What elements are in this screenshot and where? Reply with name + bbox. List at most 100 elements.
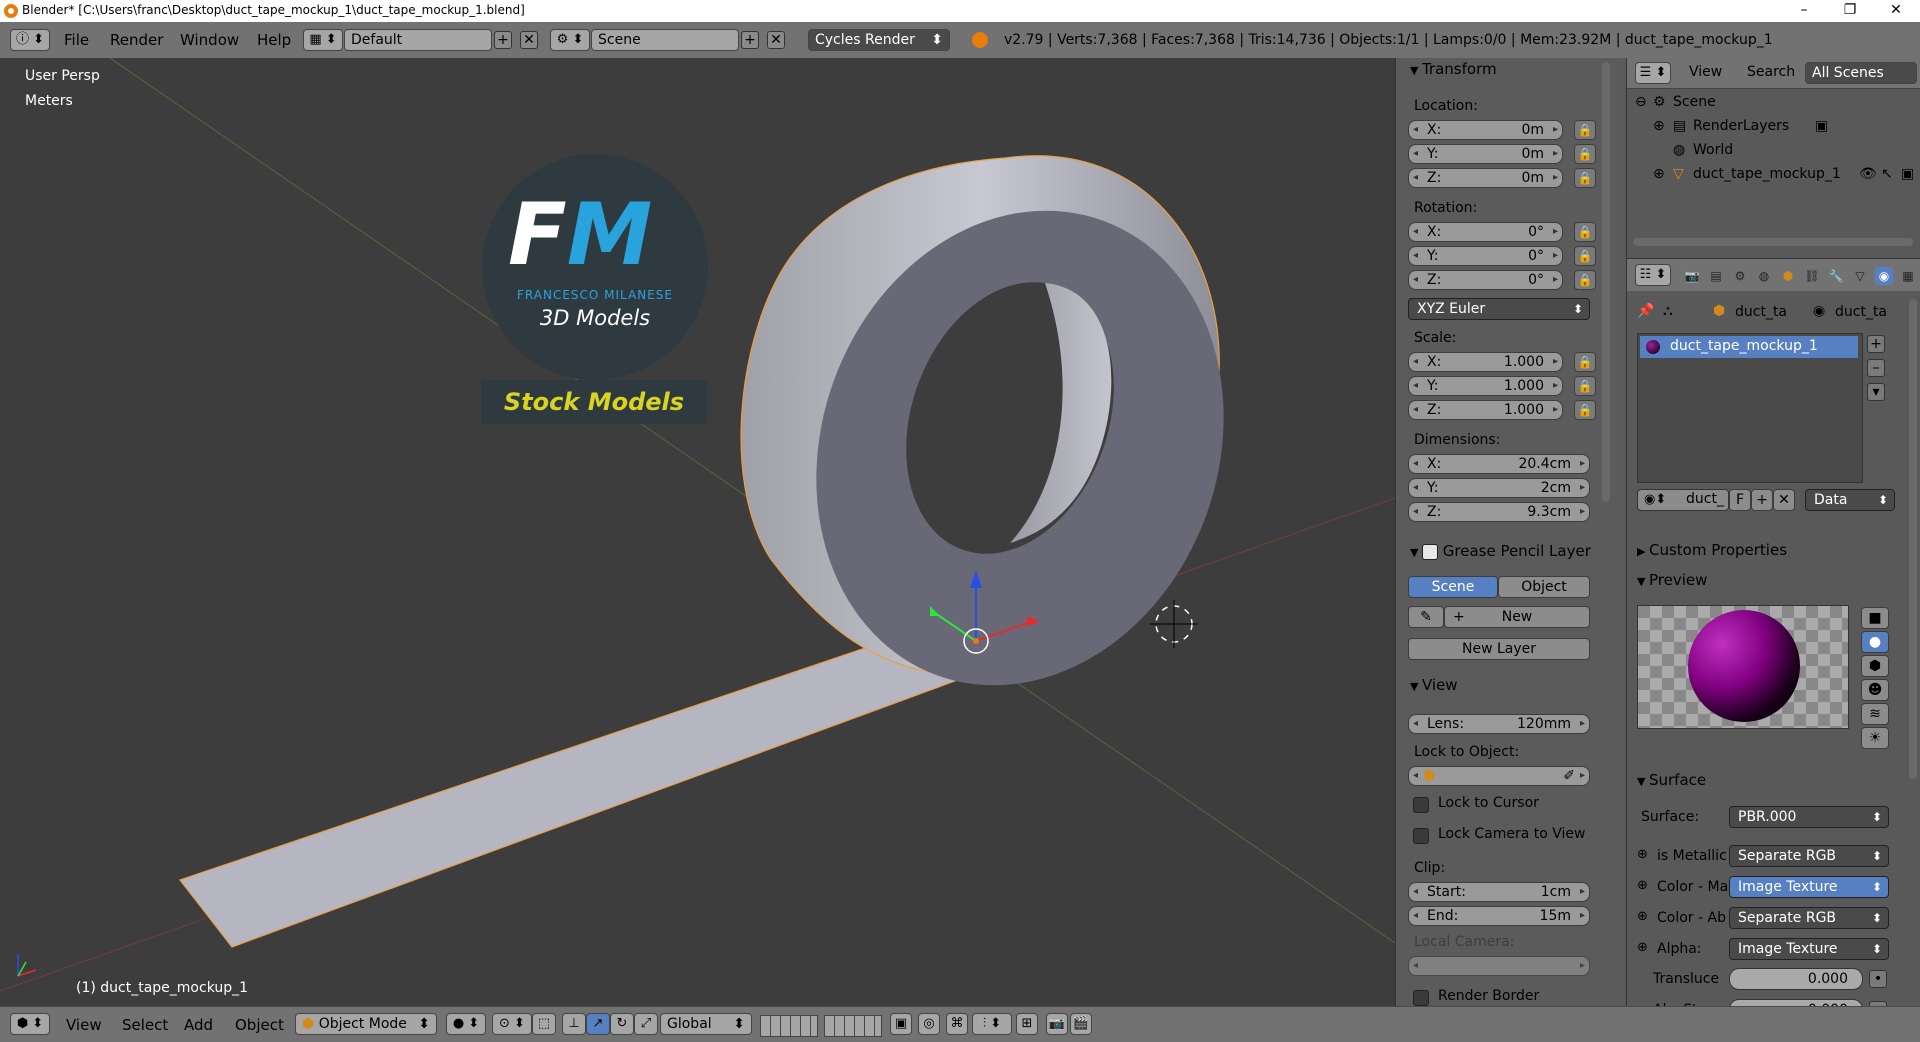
outliner-row-scene[interactable]: ⊖ ⚙ Scene	[1627, 92, 1920, 112]
rotate-manipulator-icon[interactable]: ↻	[610, 1013, 634, 1035]
viewport-scene[interactable]	[0, 58, 1395, 1006]
snap-toggle-icon[interactable]: ⌘	[946, 1013, 968, 1035]
object-tab-icon[interactable]: ⬢	[1779, 267, 1797, 285]
lock-icon[interactable]: 🔒	[1574, 246, 1596, 266]
preview-monkey-icon[interactable]: ☻	[1861, 679, 1889, 701]
interaction-mode-dropdown[interactable]: ⬢ Object Mode ⬍	[295, 1013, 437, 1035]
texture-tab-icon[interactable]: ▦	[1899, 267, 1917, 285]
lock-icon[interactable]: 🔒	[1574, 400, 1596, 420]
screen-layout-icon[interactable]: ▦ ⬍	[303, 29, 343, 51]
unlink-material-icon[interactable]: ✕	[1773, 489, 1795, 511]
opengl-render-icon[interactable]: 📷	[1046, 1013, 1068, 1035]
grease-pencil-new-button[interactable]: + New	[1444, 606, 1590, 628]
preview-header[interactable]: Preview	[1637, 571, 1707, 589]
lock-icon[interactable]: 🔒	[1574, 270, 1596, 290]
world-tab-icon[interactable]: ◍	[1755, 267, 1773, 285]
editor-type-info-icon[interactable]: ⓘ ⬍	[10, 29, 50, 51]
opengl-animation-icon[interactable]: 🎬	[1070, 1013, 1092, 1035]
lock-to-object-field[interactable]: ⬢✐	[1408, 766, 1590, 786]
preview-cube-icon[interactable]: ⬢	[1861, 655, 1889, 677]
link-dropdown[interactable]: Data	[1805, 489, 1895, 511]
expand-input-icon[interactable]: ⊕	[1637, 940, 1648, 955]
expand-input-icon[interactable]: ⊕	[1637, 847, 1648, 862]
grease-pencil-scene-tab[interactable]: Scene	[1408, 576, 1498, 598]
minimize-button[interactable]: –	[1782, 0, 1826, 22]
expand-icon[interactable]: ⊕	[1653, 116, 1665, 136]
add-scene-icon[interactable]: +	[741, 31, 759, 49]
lock-icon[interactable]: 🔒	[1574, 352, 1596, 372]
outliner-view-menu[interactable]: View	[1689, 64, 1722, 80]
rotation-x-field[interactable]: X: 0°	[1408, 222, 1563, 242]
lock-to-cursor-checkbox[interactable]	[1413, 797, 1429, 813]
transform-orientation-dropdown[interactable]: Global ⬍	[660, 1013, 752, 1035]
surface-header[interactable]: Surface	[1637, 771, 1706, 789]
collapse-icon[interactable]: ⊖	[1635, 92, 1647, 112]
grease-pencil-header[interactable]: Grease Pencil Layer	[1410, 542, 1591, 560]
new-layer-button[interactable]: New Layer	[1408, 638, 1590, 660]
lock-icon[interactable]: 🔒	[1574, 144, 1596, 164]
3d-viewport[interactable]: User Persp Meters (1) duct_tape_mockup_1…	[0, 58, 1395, 1006]
add-slot-icon[interactable]: +	[1867, 335, 1885, 353]
material-name-field[interactable]: duct_	[1686, 491, 1724, 507]
pin-icon[interactable]: 📌	[1637, 303, 1654, 319]
material-browse-button[interactable]: ◉⬍ duct_	[1637, 489, 1729, 511]
custom-properties-header[interactable]: Custom Properties	[1637, 541, 1787, 559]
properties-scrollbar[interactable]	[1909, 299, 1917, 779]
lock-camera-checkbox[interactable]	[1413, 828, 1429, 844]
breadcrumb-material[interactable]: duct_ta	[1835, 304, 1887, 320]
properties-editor-icon[interactable]: ☷ ⬍	[1635, 264, 1671, 286]
outliner-display-filter[interactable]: All Scenes	[1805, 62, 1917, 84]
grease-pencil-checkbox[interactable]	[1421, 543, 1438, 560]
input-node-dropdown[interactable]: Image Texture	[1729, 876, 1889, 898]
outliner-row-renderlayers[interactable]: ⊕ ▤ RenderLayers ▣	[1627, 116, 1920, 136]
constraints-tab-icon[interactable]: ⛓	[1803, 267, 1821, 285]
pencil-icon[interactable]: ✎	[1408, 606, 1444, 628]
grease-pencil-object-tab[interactable]: Object	[1498, 576, 1590, 598]
scale-manipulator-icon[interactable]: ⤢	[634, 1013, 658, 1035]
outliner-row-object[interactable]: ⊕ ▽ duct_tape_mockup_1 👁 ↖ ▣	[1627, 164, 1920, 184]
add-layout-icon[interactable]: +	[494, 31, 512, 49]
expand-input-icon[interactable]: ⊕	[1637, 878, 1648, 893]
preview-hair-icon[interactable]: ≋	[1861, 703, 1889, 725]
layers-grid-1[interactable]	[760, 1015, 818, 1037]
remove-layout-icon[interactable]: ✕	[520, 31, 538, 49]
scale-y-field[interactable]: Y: 1.000	[1408, 376, 1563, 396]
occlude-geometry-icon[interactable]: ⬚	[532, 1013, 556, 1035]
viewport-shading-icon[interactable]: ● ⬍	[446, 1013, 486, 1035]
manipulator-toggle-icon[interactable]: ⊥	[562, 1013, 586, 1035]
scene-dropdown[interactable]: Scene	[591, 29, 739, 51]
input-node-dropdown[interactable]: Separate RGB	[1729, 907, 1889, 929]
eyedropper-icon[interactable]: ✐	[1563, 767, 1575, 785]
clip-start-field[interactable]: Start: 1cm	[1408, 882, 1590, 902]
render-border-checkbox[interactable]	[1413, 990, 1429, 1006]
maximize-button[interactable]: ❐	[1828, 0, 1872, 22]
location-z-field[interactable]: Z: 0m	[1408, 168, 1563, 188]
material-slots-list[interactable]: duct_tape_mockup_1	[1637, 333, 1863, 483]
rotation-mode-dropdown[interactable]: XYZ Euler	[1408, 298, 1590, 320]
render-tab-icon[interactable]: 📷	[1683, 267, 1701, 285]
material-slot-row[interactable]: duct_tape_mockup_1	[1640, 336, 1858, 358]
dimensions-x-field[interactable]: X: 20.4cm	[1408, 454, 1590, 474]
menu-render[interactable]: Render	[110, 31, 163, 49]
lock-icon[interactable]: 🔒	[1574, 376, 1596, 396]
view-header[interactable]: View	[1410, 676, 1458, 694]
3d-view-editor-icon[interactable]: ⬢ ⬍	[10, 1013, 50, 1035]
lens-field[interactable]: Lens: 120mm	[1408, 714, 1590, 734]
close-button[interactable]: ✕	[1874, 0, 1918, 22]
render-engine-dropdown[interactable]: Cycles Render ⬍	[808, 29, 950, 51]
camera-render-icon[interactable]: ▣	[1901, 164, 1914, 184]
input-node-dropdown[interactable]: Separate RGB	[1729, 845, 1889, 867]
expand-icon[interactable]: ⊕	[1653, 164, 1665, 184]
cursor-select-icon[interactable]: ↖	[1881, 164, 1893, 184]
clip-end-field[interactable]: End: 15m	[1408, 906, 1590, 926]
menu-select[interactable]: Select	[122, 1016, 168, 1034]
modifiers-tab-icon[interactable]: 🔧	[1827, 267, 1845, 285]
render-layers-tab-icon[interactable]: ▤	[1707, 267, 1725, 285]
outliner-row-world[interactable]: ◍ World	[1627, 140, 1920, 160]
add-material-icon[interactable]: +	[1751, 489, 1773, 511]
lock-layers-icon[interactable]: ▣	[890, 1013, 912, 1035]
slot-menu-icon[interactable]: ▾	[1867, 383, 1885, 401]
layers-grid-2[interactable]	[824, 1015, 882, 1037]
location-x-field[interactable]: X: 0m	[1408, 120, 1563, 140]
breadcrumb-object[interactable]: duct_ta	[1735, 304, 1787, 320]
